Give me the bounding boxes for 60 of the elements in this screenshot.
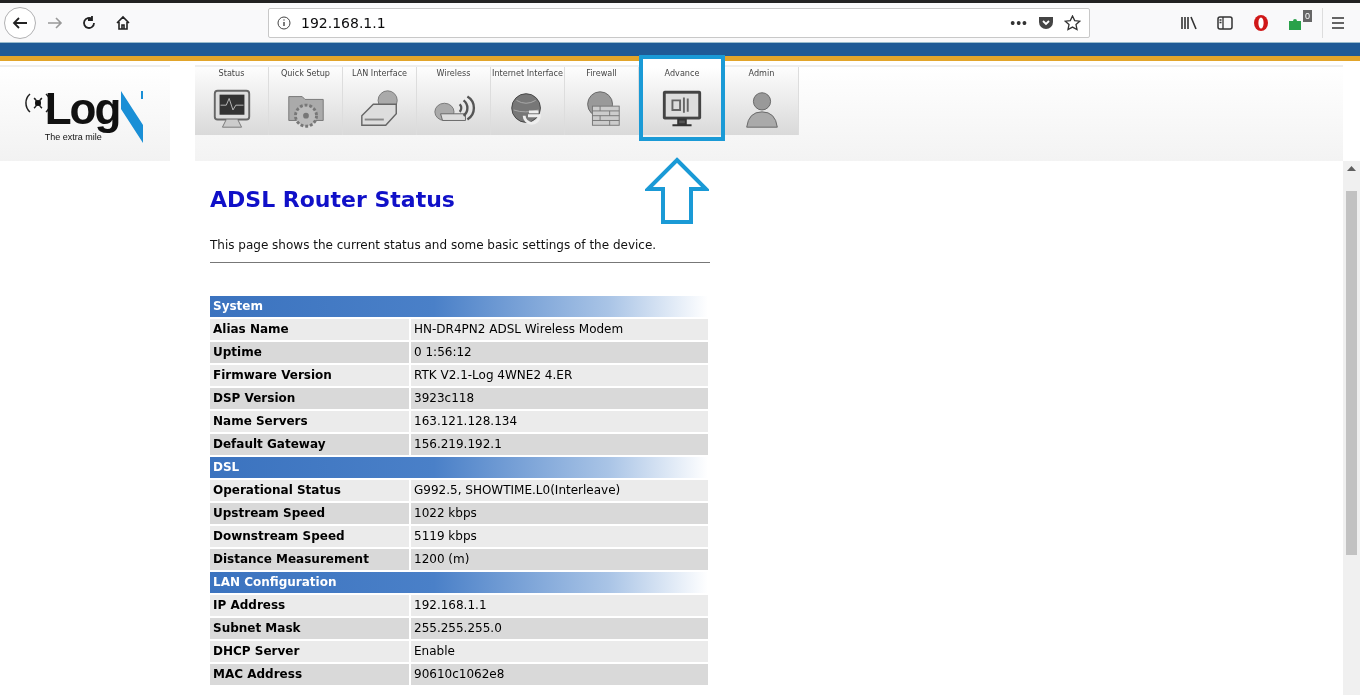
- info-icon: [277, 15, 291, 30]
- menu-icon: [1329, 15, 1346, 30]
- field-label: Upstream Speed: [210, 503, 409, 524]
- field-label: MAC Address: [210, 664, 409, 685]
- field-value: 255.255.255.0: [411, 618, 708, 639]
- field-value: 90610c1062e8: [411, 664, 708, 685]
- reload-icon: [81, 14, 97, 31]
- scroll-up-icon[interactable]: [1347, 165, 1356, 171]
- up-arrow-icon: [645, 157, 709, 225]
- field-label: IP Address: [210, 595, 409, 616]
- nav-tab[interactable]: LAN Interface: [343, 67, 417, 135]
- scrollbar-thumb[interactable]: [1346, 191, 1357, 555]
- field-label: DHCP Server: [210, 641, 409, 662]
- bookmark-star-icon[interactable]: [1064, 14, 1081, 31]
- field-value: 163.121.128.134: [411, 411, 708, 432]
- url-text: 192.168.1.1: [301, 14, 387, 31]
- field-value: 1022 kbps: [411, 503, 708, 524]
- field-label: Distance Measurement: [210, 549, 409, 570]
- page-title: ADSL Router Status: [210, 187, 456, 212]
- field-value: 0 1:56:12: [411, 342, 708, 363]
- sidebar-icon: [1217, 15, 1233, 30]
- back-button[interactable]: [4, 6, 36, 39]
- page-description: This page shows the current status and some basic settings of the device.: [210, 238, 658, 252]
- library-icon: [1180, 15, 1198, 30]
- o-letter-icon: [1253, 13, 1269, 32]
- field-value: 5119 kbps: [411, 526, 708, 547]
- logo-tagline: The extra mile: [44, 131, 102, 143]
- nav-tab[interactable]: Advance: [639, 55, 725, 141]
- field-value: 156.219.192.1: [411, 434, 708, 455]
- pocket-icon[interactable]: [1038, 15, 1054, 30]
- nav-tab[interactable]: Internet Interface: [491, 67, 565, 135]
- field-value: HN-DR4PN2 ADSL Wireless Modem: [411, 319, 708, 340]
- field-value: Enable: [411, 641, 708, 662]
- page-actions-button[interactable]: •••: [1010, 7, 1028, 38]
- scrollbar[interactable]: [1343, 161, 1360, 695]
- logo-wordmark: Log: [44, 85, 120, 132]
- address-bar[interactable]: 192.168.1.1 •••: [268, 7, 1090, 38]
- field-label: Subnet Mask: [210, 618, 409, 639]
- extension-button[interactable]: 0: [1282, 7, 1312, 38]
- field-label: Default Gateway: [210, 434, 409, 455]
- nav-tab[interactable]: Firewall: [565, 67, 639, 135]
- nav-tab[interactable]: Admin: [725, 67, 799, 135]
- field-value: 1200 (m): [411, 549, 708, 570]
- nav-tab[interactable]: Wireless: [417, 67, 491, 135]
- extension-badge: 0: [1303, 9, 1312, 22]
- field-label: Name Servers: [210, 411, 409, 432]
- field-value: G992.5, SHOWTIME.L0(Interleave): [411, 480, 708, 501]
- field-value: 3923c118: [411, 388, 708, 409]
- field-label: DSP Version: [210, 388, 409, 409]
- field-label: Firmware Version: [210, 365, 409, 386]
- field-label: Operational Status: [210, 480, 409, 501]
- nav-tab[interactable]: Status: [195, 67, 269, 135]
- n-letter-icon: [119, 90, 146, 143]
- field-label: Alias Name: [210, 319, 409, 340]
- field-value: 192.168.1.1: [411, 595, 708, 616]
- field-label: Downstream Speed: [210, 526, 409, 547]
- field-label: Uptime: [210, 342, 409, 363]
- field-value: RTK V2.1-Log 4WNE2 4.ER: [411, 365, 708, 386]
- nav-tab[interactable]: Quick Setup: [269, 67, 343, 135]
- home-icon: [115, 14, 131, 31]
